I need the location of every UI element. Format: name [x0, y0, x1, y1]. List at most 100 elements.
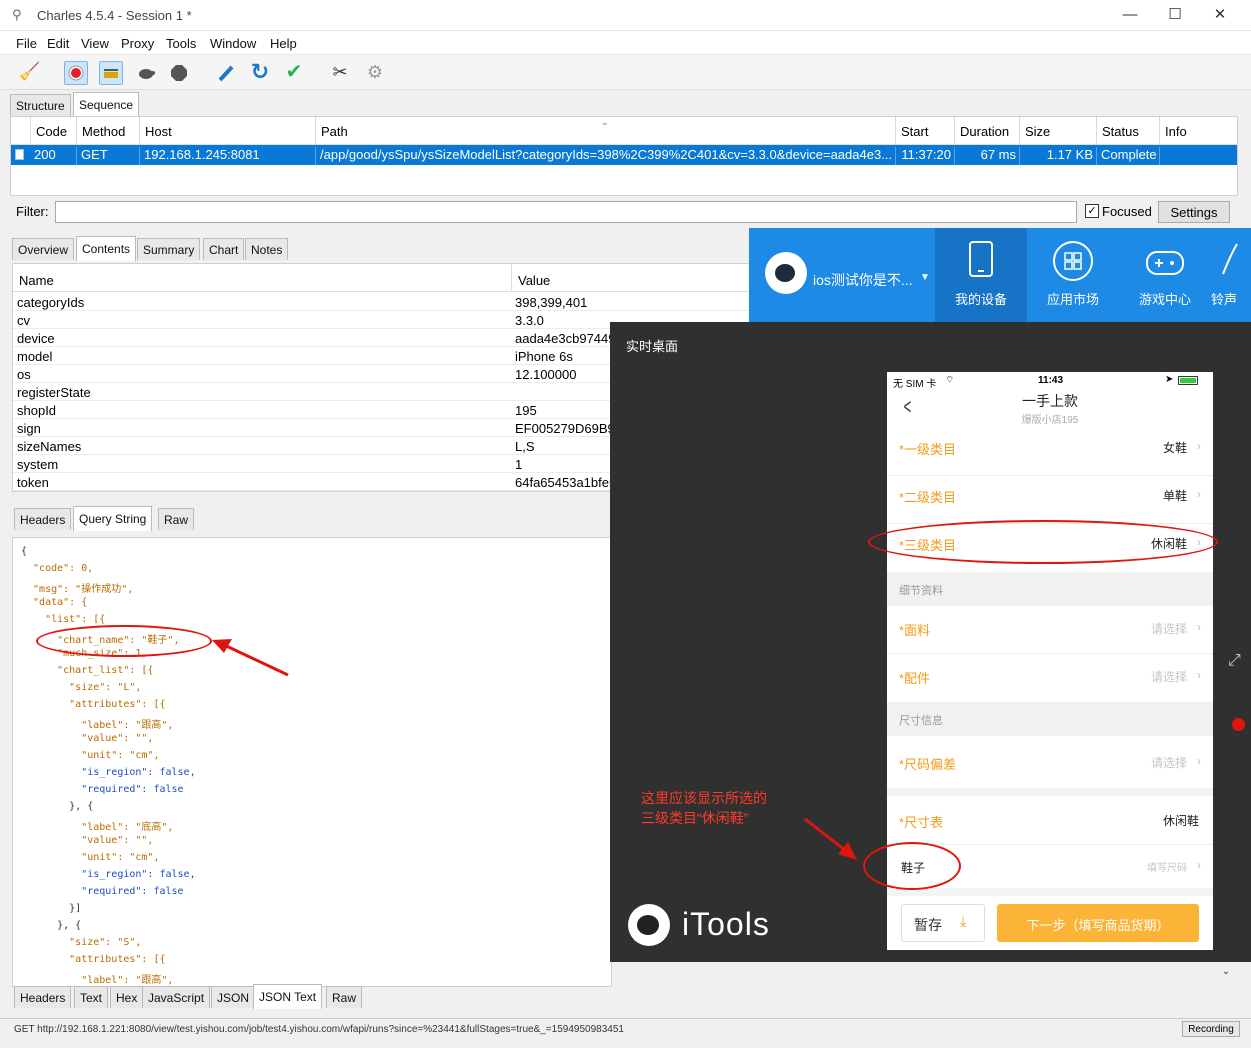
page-title: 一手上款	[1022, 393, 1078, 409]
fabric-row[interactable]: *面料 请选择 ›	[887, 606, 1213, 654]
itools-brand: iTools	[682, 906, 770, 942]
maximize-button[interactable]: ☐	[1152, 0, 1198, 31]
nav-my-device[interactable]: 我的设备	[935, 228, 1027, 322]
tab-resp-headers[interactable]: Headers	[14, 986, 72, 1008]
wifi-icon: ⌔	[945, 375, 955, 386]
clock-text: 11:43	[1038, 375, 1064, 386]
tab-structure[interactable]: Structure	[10, 94, 71, 116]
tab-headers[interactable]: Headers	[14, 508, 72, 530]
response-tabs: Headers Text Hex JavaScript JSON JSON Te…	[14, 984, 414, 1009]
recording-badge[interactable]: Recording	[1182, 1021, 1240, 1037]
turtle-icon[interactable]	[134, 61, 158, 85]
tab-resp-json[interactable]: JSON	[211, 986, 256, 1008]
record-dot-icon[interactable]	[1232, 718, 1245, 731]
filter-label: Filter:	[16, 204, 49, 219]
filter-bar: Filter: ✓ Focused Settings	[10, 196, 1238, 228]
category-level2-row[interactable]: *二级类目 单鞋 ›	[887, 476, 1213, 524]
stop-icon[interactable]	[167, 61, 191, 85]
throttle-button[interactable]	[99, 61, 123, 85]
tab-resp-hex[interactable]: Hex	[110, 986, 144, 1008]
menu-proxy[interactable]: Proxy	[121, 36, 154, 51]
next-step-button[interactable]: 下一步（填写商品货期）	[997, 904, 1199, 942]
json-line: "label": "跟高",	[21, 975, 174, 986]
chevron-right-icon: ›	[1197, 620, 1201, 634]
request-tabs: Headers Query String Raw	[14, 506, 314, 531]
menu-tools[interactable]: Tools	[166, 36, 196, 51]
tab-resp-javascript[interactable]: JavaScript	[142, 986, 211, 1008]
compose-pen-icon[interactable]	[214, 61, 238, 85]
nav-game-center[interactable]: 游戏中心	[1119, 228, 1211, 322]
col-size[interactable]: Size	[1020, 117, 1097, 145]
filter-input[interactable]	[55, 201, 1077, 223]
category-level1-row[interactable]: *一级类目 女鞋 ›	[887, 428, 1213, 476]
tools-icon[interactable]: ✂	[328, 61, 352, 85]
close-button[interactable]: ✕	[1197, 0, 1243, 31]
phone-icon	[969, 241, 993, 277]
tab-notes[interactable]: Notes	[245, 238, 289, 260]
menu-edit[interactable]: Edit	[47, 36, 69, 51]
tab-query-string[interactable]: Query String	[73, 506, 153, 531]
menu-window[interactable]: Window	[210, 36, 256, 51]
col-value[interactable]: Value	[518, 273, 550, 288]
tab-summary[interactable]: Summary	[137, 238, 201, 260]
refresh-icon[interactable]: ↻	[248, 61, 272, 85]
chevron-right-icon: ›	[1197, 439, 1201, 453]
carrier-text: 无 SIM 卡	[893, 379, 937, 390]
size-table-row[interactable]: *尺寸表 休闲鞋	[887, 796, 1213, 844]
scroll-down-arrow-icon[interactable]: ⌄	[1218, 966, 1234, 980]
param-row[interactable]: categoryIds 398,399,401	[13, 293, 751, 311]
json-line: "label": "跟高",	[21, 720, 174, 731]
tab-raw[interactable]: Raw	[158, 508, 195, 530]
tab-sequence[interactable]: Sequence	[73, 92, 140, 117]
tab-overview[interactable]: Overview	[12, 238, 75, 260]
save-draft-button[interactable]: 暂存 ⤓	[901, 904, 985, 942]
col-duration[interactable]: Duration	[955, 117, 1020, 145]
minimize-button[interactable]: —	[1107, 0, 1153, 31]
status-bar: GET http://192.168.1.221:8080/view/test.…	[0, 1018, 1251, 1040]
cell-status: Complete	[1097, 147, 1160, 165]
cell-method: GET	[77, 147, 140, 165]
phone-bottom-bar: 暂存 ⤓ 下一步（填写商品货期）	[887, 896, 1213, 950]
validate-check-icon[interactable]: ✔	[282, 61, 306, 85]
accessory-row[interactable]: *配件 请选择 ›	[887, 654, 1213, 702]
annotation-ellipse	[36, 625, 212, 657]
col-name[interactable]: Name	[19, 273, 54, 288]
menu-help[interactable]: Help	[270, 36, 297, 51]
fullscreen-icon[interactable]: ⤢	[1228, 652, 1241, 670]
chevron-right-icon: ›	[1197, 754, 1201, 768]
json-line: }, {	[21, 801, 94, 812]
settings-button[interactable]: Settings	[1158, 201, 1230, 223]
tab-contents[interactable]: Contents	[76, 236, 137, 261]
col-method[interactable]: Method	[77, 117, 140, 145]
json-line: "value": "",	[21, 835, 154, 846]
chevron-right-icon: ›	[1197, 858, 1201, 872]
tab-resp-text[interactable]: Text	[74, 986, 109, 1008]
device-name[interactable]: ios测试你是不...	[813, 270, 913, 290]
col-host[interactable]: Host	[140, 117, 316, 145]
broom-icon[interactable]: 🧹	[18, 61, 42, 85]
menu-file[interactable]: File	[16, 36, 37, 51]
cell-size: 1.17 KB	[1020, 147, 1097, 165]
sort-chevron-icon: ⌄	[601, 117, 609, 127]
record-button[interactable]	[64, 61, 88, 85]
chevron-right-icon: ›	[1197, 487, 1201, 501]
json-response-pane[interactable]: { "code": 0, "msg": "操作成功", "data": { "l…	[12, 537, 612, 987]
device-dropdown-icon[interactable]: ▼	[920, 272, 930, 283]
settings-gear-icon[interactable]: ⚙	[363, 61, 387, 85]
col-status[interactable]: Status	[1097, 117, 1160, 145]
col-info[interactable]: Info	[1160, 117, 1237, 145]
cell-path: /app/good/ysSpu/ysSizeModelList?category…	[316, 147, 896, 165]
tab-resp-raw[interactable]: Raw	[326, 986, 363, 1008]
menu-view[interactable]: View	[81, 36, 109, 51]
tab-resp-json-text[interactable]: JSON Text	[253, 984, 323, 1009]
col-start[interactable]: Start	[896, 117, 955, 145]
title-bar: ⚲ Charles 4.5.4 - Session 1 * — ☐ ✕	[0, 0, 1251, 31]
focused-checkbox[interactable]: ✓	[1085, 204, 1099, 218]
tab-chart[interactable]: Chart	[203, 238, 245, 260]
nav-ringtones[interactable]: 铃声	[1211, 228, 1251, 322]
size-deviation-row[interactable]: *尺码偏差 请选择 ›	[887, 736, 1213, 788]
nav-app-market[interactable]: 应用市场	[1027, 228, 1119, 322]
table-row[interactable]: 200 GET 192.168.1.245:8081 /app/good/ysS…	[11, 145, 1237, 165]
json-line: "code": 0,	[21, 563, 94, 574]
col-code[interactable]: Code	[31, 117, 77, 145]
